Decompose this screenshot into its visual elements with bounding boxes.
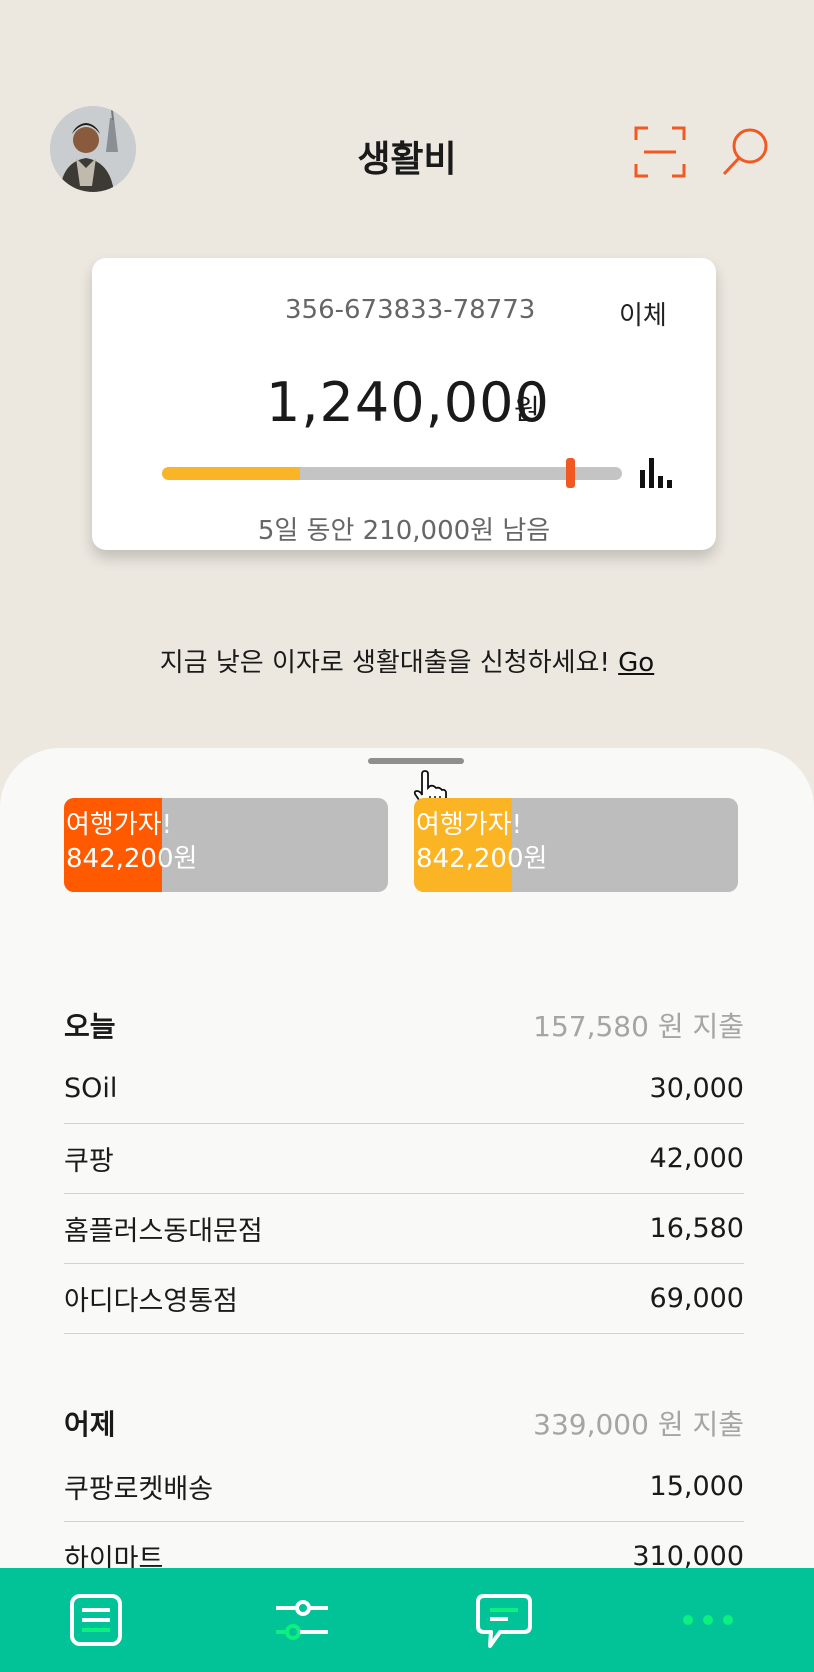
day-group-yesterday: 어제 339,000 원 지출 쿠팡로켓배송 15,000 하이마트 310,0… [64, 1394, 744, 1592]
account-number: 356-673833-78773 [285, 295, 536, 325]
loan-promo-go-link[interactable]: Go [618, 648, 654, 678]
day-total: 339,000 원 지출 [533, 1408, 744, 1441]
day-group-today: 오늘 157,580 원 지출 SOil 30,000 쿠팡 42,000 홈플… [64, 996, 744, 1334]
loan-promo-text: 지금 낮은 이자로 생활대출을 신청하세요! [159, 648, 610, 678]
transfer-button[interactable]: 이체 [619, 295, 667, 332]
day-label: 어제 [64, 1408, 116, 1441]
list-icon[interactable] [66, 1590, 126, 1650]
balance-amount: 1,240,000 [266, 371, 550, 434]
savings-goal-card[interactable]: 여행가자! 842,200원 [64, 798, 388, 892]
currency-unit: 원 [514, 393, 540, 426]
bottom-sheet: 여행가자! 842,200원 여행가자! 842,200원 오늘 157,580… [0, 748, 814, 1672]
scan-icon[interactable] [632, 124, 688, 180]
bottom-tab-bar [0, 1568, 814, 1672]
page-title: 생활비 [357, 139, 457, 180]
more-icon[interactable] [678, 1590, 738, 1650]
merchant-name: 쿠팡 [64, 1146, 114, 1177]
savings-goal-amount: 842,200원 [66, 844, 198, 874]
transaction-amount: 16,580 [649, 1213, 744, 1244]
transaction-row[interactable]: 홈플러스동대문점 16,580 [64, 1194, 744, 1264]
day-total: 157,580 원 지출 [533, 1010, 744, 1043]
budget-day-marker [566, 458, 575, 488]
transaction-amount: 42,000 [649, 1143, 744, 1174]
loan-promo: 지금 낮은 이자로 생활대출을 신청하세요! Go [0, 642, 814, 679]
budget-progress-fill [162, 467, 300, 480]
search-icon[interactable] [718, 124, 774, 180]
bar-chart-icon[interactable] [638, 458, 674, 488]
sheet-drag-handle[interactable] [368, 758, 464, 764]
day-label: 오늘 [64, 1010, 116, 1043]
remaining-budget-text: 5일 동안 210,000원 남음 [257, 516, 551, 546]
chat-icon[interactable] [474, 1590, 534, 1650]
merchant-name: 아디다스영통점 [64, 1286, 238, 1317]
savings-goal-title: 여행가자! [66, 810, 173, 840]
merchant-name: 홈플러스동대문점 [64, 1216, 263, 1247]
merchant-name: 쿠팡로켓배송 [64, 1474, 214, 1505]
transaction-amount: 69,000 [649, 1283, 744, 1314]
savings-goal-card[interactable]: 여행가자! 842,200원 [414, 798, 738, 892]
transaction-row[interactable]: 쿠팡 42,000 [64, 1124, 744, 1194]
transaction-row[interactable]: 아디다스영통점 69,000 [64, 1264, 744, 1334]
account-card: 356-673833-78773 이체 1,240,000 원 5일 동안 21… [92, 258, 716, 550]
transaction-amount: 30,000 [649, 1073, 744, 1104]
merchant-name: SOil [64, 1073, 118, 1104]
savings-goal-title: 여행가자! [416, 810, 523, 840]
transaction-row[interactable]: 쿠팡로켓배송 15,000 [64, 1452, 744, 1522]
filter-icon[interactable] [272, 1590, 332, 1650]
budget-progress-bar [162, 467, 622, 480]
transaction-amount: 15,000 [649, 1471, 744, 1502]
savings-goal-amount: 842,200원 [416, 844, 548, 874]
header-area: 생활비 356-673833-78773 이체 1,240,000 원 5일 동… [0, 0, 814, 760]
transaction-row[interactable]: SOil 30,000 [64, 1054, 744, 1124]
